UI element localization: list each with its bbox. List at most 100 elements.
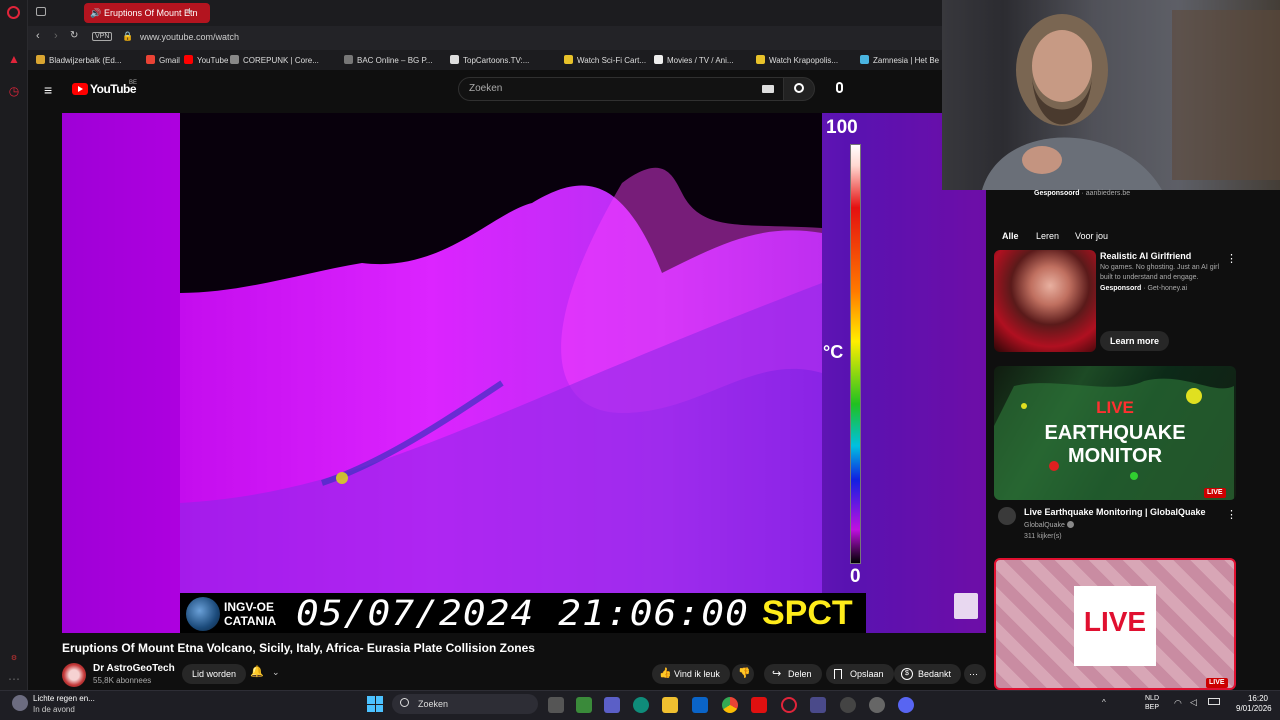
microphone-icon[interactable]: [836, 82, 843, 93]
keyboard-icon[interactable]: [762, 85, 774, 93]
bookmark-item[interactable]: Bladwijzerbalk (Ed...: [36, 55, 121, 65]
weather-line1[interactable]: Lichte regen en...: [33, 694, 95, 703]
live-video-title[interactable]: Live Earthquake Monitoring | GlobalQuake: [1024, 507, 1206, 517]
thumb-up-icon: 👍: [659, 668, 672, 679]
task-view-icon[interactable]: [548, 697, 564, 713]
thanks-button[interactable]: $ Bedankt: [894, 664, 962, 684]
share-icon: ↪: [772, 668, 782, 680]
sponsored-top-label: Gesponsoord: [1034, 190, 1080, 197]
battery-icon[interactable]: [1208, 698, 1220, 705]
ad-thumbnail[interactable]: [994, 250, 1096, 352]
url-field[interactable]: www.youtube.com/watch: [140, 32, 239, 42]
thanks-label: Bedankt: [918, 669, 952, 679]
discord-icon[interactable]: [898, 697, 914, 713]
bookmark-item[interactable]: Gmail: [146, 55, 180, 65]
hamburger-icon[interactable]: ≡: [44, 82, 52, 98]
chrome-icon[interactable]: [722, 697, 738, 713]
teams-icon[interactable]: [604, 697, 620, 713]
calculator-app-icon[interactable]: [810, 697, 826, 713]
reload-icon[interactable]: ↻: [70, 30, 78, 41]
history-icon[interactable]: ◷: [7, 84, 21, 98]
join-button[interactable]: Lid worden: [182, 664, 247, 684]
bookmark-item[interactable]: Movies / TV / Ani...: [654, 55, 734, 65]
scale-max-label: 100: [826, 117, 858, 138]
bookmark-item[interactable]: YouTube: [184, 55, 228, 65]
live-thumbnail[interactable]: LIVE LIVE: [994, 558, 1236, 690]
youtube-logo-icon[interactable]: [72, 83, 88, 95]
learn-more-button[interactable]: Learn more: [1100, 331, 1170, 351]
search-input[interactable]: Zoeken: [458, 77, 784, 101]
station-code: SPCT: [762, 594, 853, 632]
search-button[interactable]: [783, 77, 815, 101]
bookmark-label: Zamnesia | Het Be: [873, 56, 940, 65]
live-video-channel[interactable]: GlobalQuake: [1024, 521, 1074, 529]
weather-icon[interactable]: [12, 695, 28, 711]
bookmark-icon: [756, 55, 765, 64]
eq-thumb-line2: EARTHQUAKE: [1044, 422, 1186, 444]
channel-avatar[interactable]: [62, 663, 86, 687]
outlook-icon[interactable]: [692, 697, 708, 713]
taskbar-search[interactable]: Zoeken: [392, 694, 538, 714]
windows-start-icon[interactable]: [367, 696, 383, 712]
dislike-button[interactable]: 👎: [732, 664, 754, 684]
bookmark-item[interactable]: Watch Sci-Fi Cart...: [564, 55, 646, 65]
bookmark-item[interactable]: Zamnesia | Het Be: [860, 55, 939, 65]
live-video-more-icon[interactable]: ⋮: [1226, 508, 1237, 521]
ad-description: No games. No ghosting. Just an AI girl b…: [1100, 264, 1220, 281]
chip-learn[interactable]: Leren: [1036, 229, 1059, 243]
bookmark-label: Movies / TV / Ani...: [667, 56, 734, 65]
back-icon[interactable]: ‹: [36, 30, 40, 42]
channel-watermark[interactable]: [954, 593, 978, 619]
earthquake-thumbnail[interactable]: LIVE EARTHQUAKE MONITOR LIVE: [994, 366, 1236, 500]
bookmark-icon: [834, 669, 842, 679]
video-title: Eruptions Of Mount Etna Volcano, Sicily,…: [62, 641, 535, 655]
speaker-icon: 🔊: [90, 8, 102, 18]
chevron-down-icon[interactable]: ⌄: [272, 667, 280, 678]
video-player[interactable]: [62, 113, 986, 633]
opera-icon[interactable]: [781, 697, 797, 713]
chip-for-you[interactable]: Voor jou: [1075, 229, 1108, 243]
eq-thumb-line3: MONITOR: [1067, 445, 1163, 467]
bookmark-item[interactable]: BAC Online – BG P...: [344, 55, 432, 65]
like-button[interactable]: 👍 Vind ik leuk: [652, 664, 730, 684]
share-button[interactable]: ↪ Delen: [764, 664, 822, 684]
ad-title[interactable]: Realistic AI Girlfriend: [1100, 251, 1191, 261]
thumb-down-icon: 👎: [738, 668, 751, 679]
channel-name[interactable]: Dr AstroGeoTech: [93, 663, 175, 674]
wifi-icon[interactable]: ◠: [1174, 698, 1182, 709]
ingv-globe-icon: [186, 597, 220, 631]
aria-icon[interactable]: ▲: [7, 52, 21, 66]
settings-icon[interactable]: [869, 697, 885, 713]
bookmark-label: Watch Krapopolis...: [769, 56, 839, 65]
ingv-label: INGV-OE CATANIA: [224, 600, 276, 628]
more-actions-button[interactable]: ⋯: [964, 664, 986, 684]
globalquake-avatar[interactable]: [998, 507, 1016, 525]
volume-icon[interactable]: ◁: [1190, 697, 1197, 708]
bookmark-icon: [230, 55, 239, 64]
bookmark-item[interactable]: COREPUNK | Core...: [230, 55, 319, 65]
chip-all[interactable]: Alle: [1002, 229, 1019, 243]
tray-chevron-icon[interactable]: ^: [1102, 698, 1106, 707]
language-indicator[interactable]: NLD BEP: [1145, 694, 1159, 712]
ad-more-icon[interactable]: ⋮: [1226, 252, 1237, 265]
thermal-frame: [62, 113, 986, 633]
file-explorer-icon[interactable]: [662, 697, 678, 713]
forward-icon[interactable]: ›: [54, 30, 58, 42]
save-button[interactable]: Opslaan: [826, 664, 894, 684]
scale-min-label: 0: [850, 566, 861, 587]
bookmark-item[interactable]: TopCartoons.TV:...: [450, 55, 529, 65]
bell-icon[interactable]: 🔔: [250, 665, 264, 678]
bookmark-item[interactable]: Watch Krapopolis...: [756, 55, 838, 65]
opera-logo-icon[interactable]: [7, 6, 20, 19]
new-tab-button[interactable]: +: [186, 4, 193, 18]
calculator-icon[interactable]: [576, 697, 592, 713]
vpn-badge[interactable]: VPN: [92, 32, 113, 41]
edge-icon[interactable]: [633, 697, 649, 713]
sidebar-settings-icon[interactable]: ⚙: [7, 652, 21, 666]
sidebar-more-icon[interactable]: ⋯: [7, 672, 21, 686]
tab-menu-icon[interactable]: [36, 7, 46, 16]
clock[interactable]: 16:20 9/01/2026: [1236, 694, 1272, 714]
bookmark-icon: [654, 55, 663, 64]
app-icon[interactable]: [840, 697, 856, 713]
youtube-app-icon[interactable]: [751, 697, 767, 713]
